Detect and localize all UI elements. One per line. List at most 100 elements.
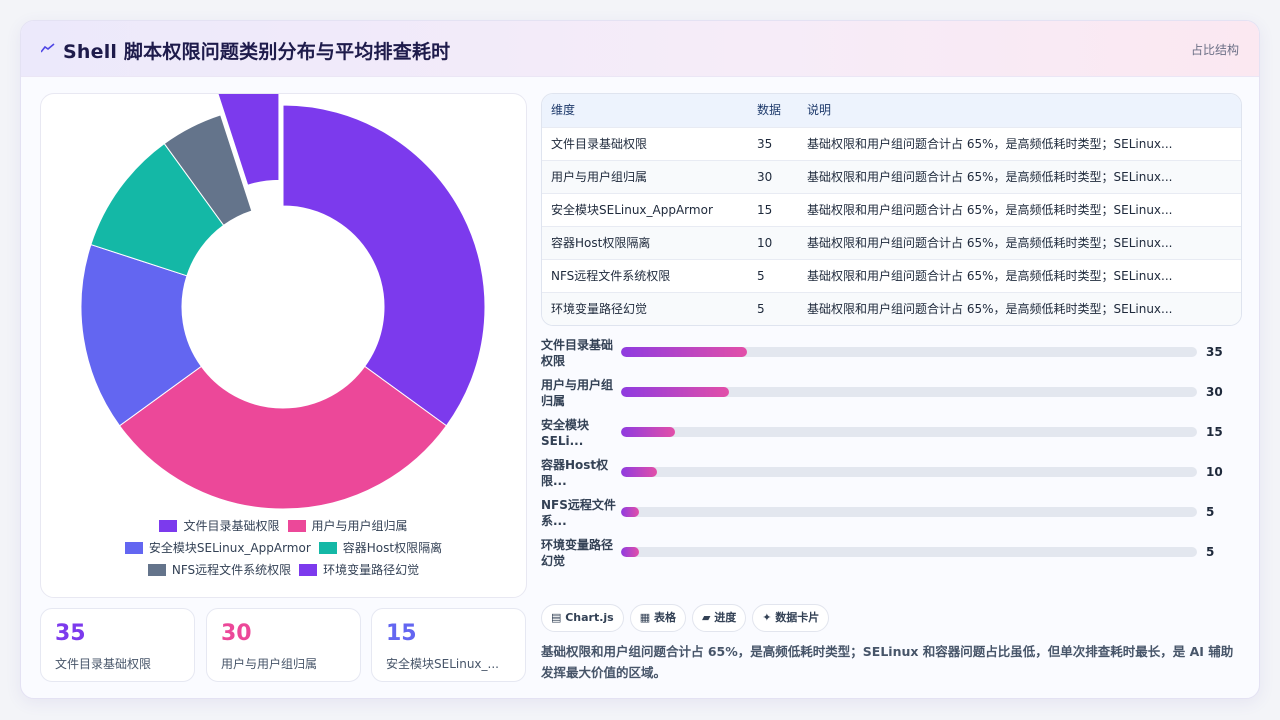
legend-swatch [147,564,166,576]
bar-track [621,427,1197,437]
bar-row: 文件目录基础 权限 35 [541,337,1242,377]
bar-row: 容器Host权 限... 10 [541,457,1242,497]
bar-label: 环境变量路径 幻觉 [541,538,614,568]
legend-label: 安全模块SELinux_AppArmor [148,541,311,555]
bar-row: 用户与用户组 归属 30 [541,377,1242,417]
legend-row: 文件目录基础权限 用户与用户组归属 [41,517,526,534]
bar-label: NFS远程文件 系... [541,498,616,528]
legend-row: 安全模块SELinux_AppArmor 容器Host权限隔离 [41,539,526,556]
pie-chart-panel: 文件目录基础权限 用户与用户组归属 安全模块SELinux_AppArmor 容器Ho… [40,93,527,598]
data-card-chip[interactable]: ✦ 数据卡片 [752,604,830,632]
bar-row: 环境变量路径 幻觉 5 [541,537,1242,577]
legend-label: NFS远程文件系统权限 [171,563,292,577]
table-cell: 容器Host权限隔离 [551,236,651,250]
table-cell: 15 [757,203,773,217]
column-header: 说明 [807,103,832,117]
kpi-card: 35 文件目录基础权限 [40,608,195,682]
table-cell: NFS远程文件系统权限 [551,269,671,283]
bar-fill [621,467,657,477]
donut-chart [80,94,486,510]
table-row: 用户与用户组归属 30 基础权限和用户组问题合计占 65%，是高频低耗时类型；S… [542,160,1241,193]
bar-track [621,547,1197,557]
legend-swatch [299,564,318,576]
legend-item[interactable]: 安全模块SELinux_AppArmor [124,539,311,556]
progress-bars: 文件目录基础 权限 35 用户与用户组 归属 30 安全模块 SELi... 15 容器Host权… [541,337,1242,577]
kpi-value: 15 [386,621,417,646]
table-cell: 基础权限和用户组问题合计占 65%，是高频低耗时类型；SELinux... [807,236,1173,250]
bar-label: 容器Host权 限... [541,458,609,488]
legend-item[interactable]: 环境变量路径幻觉 [299,561,419,578]
table-row: 环境变量路径幻觉 5 基础权限和用户组问题合计占 65%，是高频低耗时类型；SE… [542,292,1241,325]
legend-item[interactable]: 文件目录基础权限 [159,517,280,534]
bar-label: 安全模块 SELi... [541,418,590,448]
bar-fill [621,347,747,357]
page-title: Shell 脚本权限问题类别分布与平均排查耗时 [63,41,451,63]
table-cell: 5 [757,269,765,283]
legend-swatch [124,542,143,554]
legend-label: 用户与用户组归属 [311,519,408,533]
kpi-label: 用户与用户组归属 [221,657,318,671]
chartjs-chip[interactable]: ▤ Chart.js [541,604,624,632]
table-cell: 35 [757,137,773,151]
legend-item[interactable]: NFS远程文件系统权限 [147,561,292,578]
progress-chip[interactable]: ▰ 进度 [691,604,747,632]
pie-slice[interactable] [282,104,486,427]
bar-value: 10 [1206,465,1223,479]
kpi-card: 15 安全模块SELinux_... [371,608,526,682]
sparkline-icon [41,43,55,53]
table-cell: 10 [757,236,773,250]
table-cell: 基础权限和用户组问题合计占 65%，是高频低耗时类型；SELinux... [807,203,1173,217]
bar-value: 15 [1206,425,1223,439]
column-header: 维度 [551,103,576,117]
bar-value: 5 [1206,505,1215,519]
bar-fill [621,547,639,557]
table-row: 文件目录基础权限 35 基础权限和用户组问题合计占 65%，是高频低耗时类型；S… [542,127,1241,160]
table-cell: 基础权限和用户组问题合计占 65%，是高频低耗时类型；SELinux... [807,269,1173,283]
bar-track [621,467,1197,477]
data-table: 维度 数据 说明 文件目录基础权限 35 基础权限和用户组问题合计占 65%，是… [541,93,1242,326]
table-chip[interactable]: ▦ 表格 [629,604,686,632]
legend-row: NFS远程文件系统权限 环境变量路径幻觉 [41,561,526,578]
legend-label: 环境变量路径幻觉 [323,563,420,577]
bar-track [621,347,1197,357]
table-cell: 环境变量路径幻觉 [551,302,648,316]
table-cell: 30 [757,170,773,184]
table-cell: 安全模块SELinux_AppArmor [551,203,713,217]
legend-item[interactable]: 容器Host权限隔离 [318,539,443,556]
kpi-card: 30 用户与用户组归属 [206,608,361,682]
bar-label: 文件目录基础 权限 [541,338,614,368]
table-cell: 基础权限和用户组问题合计占 65%，是高频低耗时类型；SELinux... [807,302,1173,316]
legend-label: 文件目录基础权限 [183,519,280,533]
legend-item[interactable]: 用户与用户组归属 [287,517,408,534]
table-row: 安全模块SELinux_AppArmor 15 基础权限和用户组问题合计占 65… [542,193,1241,226]
structure-link[interactable]: 占比结构 [1191,41,1239,58]
legend-label: 容器Host权限隔离 [342,541,443,555]
kpi-value: 35 [55,621,86,646]
table-cell: 文件目录基础权限 [551,137,648,151]
bar-value: 5 [1206,545,1215,559]
bar-label: 用户与用户组 归属 [541,378,614,408]
header-bar: Shell 脚本权限问题类别分布与平均排查耗时 占比结构 [21,21,1259,77]
bar-fill [621,427,675,437]
bar-value: 35 [1206,345,1223,359]
table-cell: 5 [757,302,765,316]
view-switcher: ▤ Chart.js ▦ 表格 ▰ 进度 ✦ 数据卡片 [541,604,835,632]
kpi-label: 文件目录基础权限 [55,657,152,671]
legend-swatch [318,542,337,554]
table-cell: 用户与用户组归属 [551,170,648,184]
bar-track [621,507,1197,517]
bar-fill [621,507,639,517]
table-row: 容器Host权限隔离 10 基础权限和用户组问题合计占 65%，是高频低耗时类型… [542,226,1241,259]
legend-swatch [159,520,178,532]
bar-row: NFS远程文件 系... 5 [541,497,1242,537]
table-cell: 基础权限和用户组问题合计占 65%，是高频低耗时类型；SELinux... [807,170,1173,184]
bar-track [621,387,1197,397]
kpi-label: 安全模块SELinux_... [386,657,499,671]
bar-value: 30 [1206,385,1223,399]
table-row: NFS远程文件系统权限 5 基础权限和用户组问题合计占 65%，是高频低耗时类型… [542,259,1241,292]
table-header-row: 维度 数据 说明 [542,94,1241,127]
bar-fill [621,387,729,397]
column-header: 数据 [757,103,782,117]
kpi-value: 30 [221,621,252,646]
table-cell: 基础权限和用户组问题合计占 65%，是高频低耗时类型；SELinux... [807,137,1173,151]
